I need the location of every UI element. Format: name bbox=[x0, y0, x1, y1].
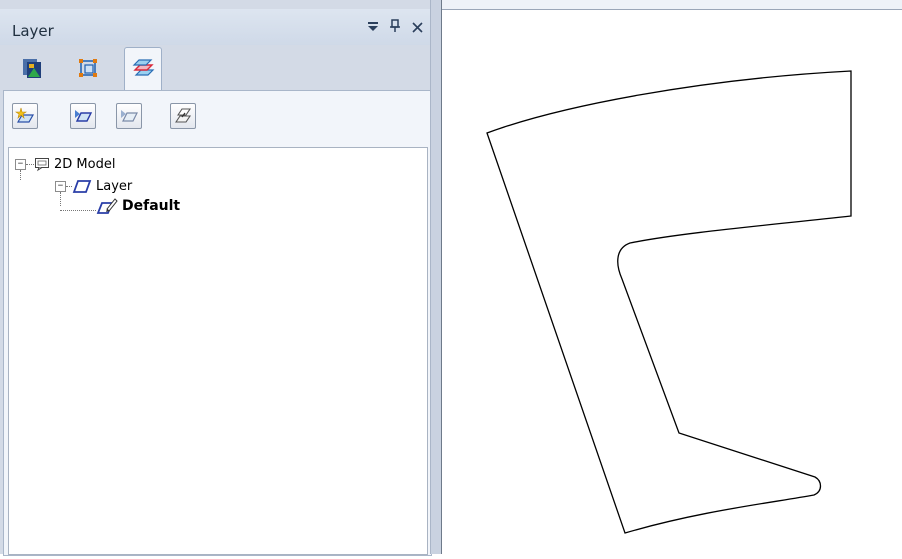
layer-tree: − 2D Model − Layer Default bbox=[8, 147, 428, 555]
layer-panel: Layer − 2D Model − Layer Default bbox=[0, 0, 434, 556]
active-layer-pencil-icon bbox=[96, 197, 118, 215]
drawing-canvas[interactable] bbox=[442, 9, 902, 555]
panel-tabs bbox=[0, 45, 434, 91]
selection-tab-icon[interactable] bbox=[70, 49, 106, 87]
close-icon[interactable] bbox=[408, 19, 426, 37]
collapse-toggle-icon[interactable]: − bbox=[55, 180, 66, 192]
tree-node-label: Default bbox=[122, 198, 181, 214]
pin-icon[interactable] bbox=[386, 19, 404, 37]
collapse-toggle-icon[interactable]: − bbox=[15, 158, 26, 170]
tree-node-label: Layer bbox=[96, 178, 133, 194]
layer-panel-content: − 2D Model − Layer Default bbox=[3, 90, 432, 556]
panel-splitter[interactable] bbox=[430, 0, 442, 554]
tree-node-2d-model[interactable]: − 2D Model bbox=[15, 154, 115, 174]
layer-icon bbox=[72, 178, 92, 194]
model-icon bbox=[34, 156, 50, 172]
tree-node-default[interactable]: Default bbox=[60, 196, 180, 216]
tree-connector bbox=[60, 209, 96, 211]
tree-connector bbox=[20, 170, 21, 180]
dropdown-icon[interactable] bbox=[364, 19, 382, 37]
deactivate-layer-icon[interactable] bbox=[116, 103, 142, 129]
tree-node-label: 2D Model bbox=[54, 156, 116, 172]
layer-properties-icon[interactable] bbox=[170, 103, 196, 129]
layer-tab-icon[interactable] bbox=[124, 47, 162, 90]
activate-layer-icon[interactable] bbox=[70, 103, 96, 129]
tree-node-layer[interactable]: − Layer bbox=[55, 176, 132, 196]
view-tab-icon[interactable] bbox=[14, 49, 50, 87]
layer-toolbar bbox=[4, 91, 431, 147]
panel-header: Layer bbox=[0, 9, 434, 45]
new-layer-icon[interactable] bbox=[12, 103, 38, 129]
panel-title: Layer bbox=[12, 22, 54, 40]
drawing-shape bbox=[486, 70, 852, 534]
tree-connector bbox=[26, 163, 34, 165]
